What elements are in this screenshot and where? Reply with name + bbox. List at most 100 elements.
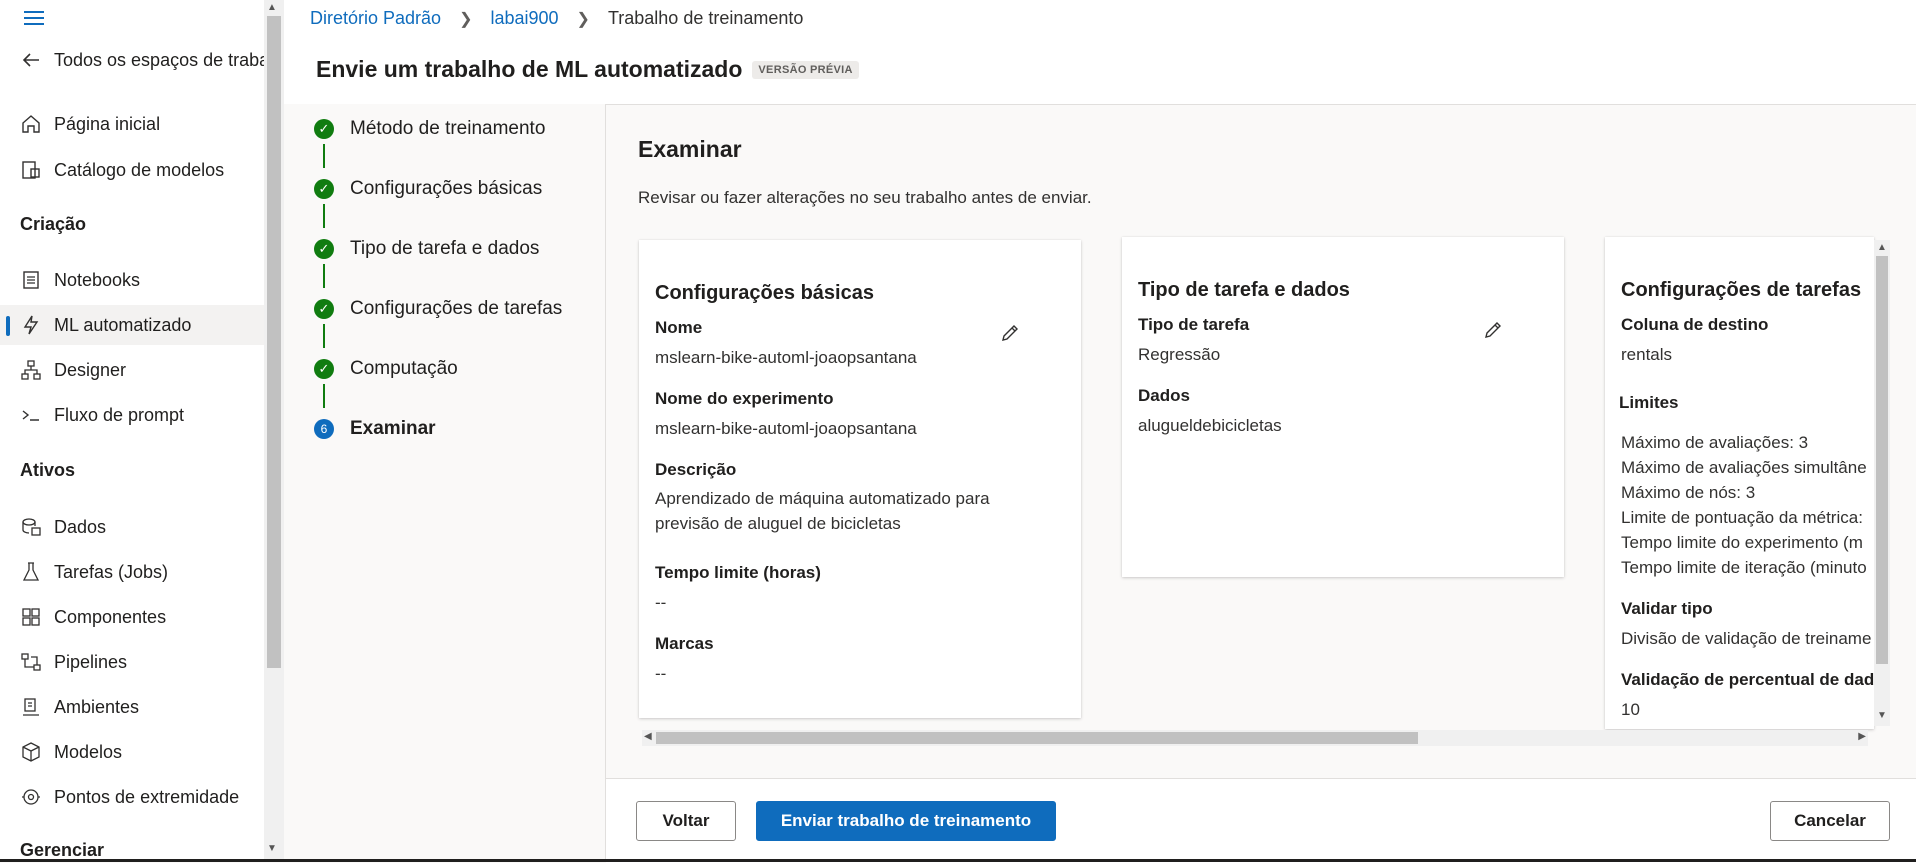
sidebar-item-data[interactable]: Dados bbox=[0, 507, 264, 547]
hamburger-menu-icon[interactable] bbox=[22, 6, 46, 30]
card-title: Configurações de tarefas bbox=[1621, 279, 1862, 301]
edit-pencil-icon[interactable] bbox=[999, 322, 1021, 344]
sidebar-item-environments[interactable]: Ambientes bbox=[0, 687, 264, 727]
breadcrumb-directory[interactable]: Diretório Padrão bbox=[310, 8, 441, 29]
breadcrumb-workspace[interactable]: labai900 bbox=[490, 8, 558, 29]
target-column-label: Coluna de destino bbox=[1621, 315, 1769, 334]
sidebar-item-notebooks[interactable]: Notebooks bbox=[0, 260, 264, 300]
review-title: Examinar bbox=[638, 136, 742, 162]
task-type-value: Regressão bbox=[1138, 345, 1221, 364]
vertical-scroll-thumb[interactable] bbox=[1876, 256, 1888, 664]
limit-max-nodes: Máximo de nós: 3 bbox=[1621, 483, 1756, 502]
step-review[interactable]: 6 Examinar bbox=[314, 418, 436, 440]
sidebar-item-label: Designer bbox=[54, 359, 127, 380]
sidebar-item-prompt-flow[interactable]: Fluxo de prompt bbox=[0, 395, 264, 435]
scroll-left-arrow-icon[interactable]: ◀ bbox=[644, 731, 652, 742]
section-assets: Ativos bbox=[20, 460, 76, 480]
limit-iteration-timeout: Tempo limite de iteração (minuto bbox=[1621, 558, 1867, 577]
experiment-value: mslearn-bike-automl-joaopsantana bbox=[655, 419, 917, 438]
card-task-type-data: Tipo de tarefa e dados Tipo de tarefa Re… bbox=[1122, 237, 1564, 577]
checkmark-icon: ✓ bbox=[314, 359, 334, 379]
sidebar-item-label: Componentes bbox=[54, 606, 167, 627]
sidebar-item-models[interactable]: Modelos bbox=[0, 732, 264, 772]
edit-pencil-icon[interactable] bbox=[1482, 319, 1504, 341]
step-connector bbox=[323, 144, 325, 168]
step-number-badge: 6 bbox=[314, 419, 334, 439]
endpoints-icon bbox=[22, 789, 40, 805]
validation-type-value: Divisão de validação de treiname bbox=[1621, 629, 1872, 648]
checkmark-icon: ✓ bbox=[314, 179, 334, 199]
cancel-button[interactable]: Cancelar bbox=[1770, 801, 1890, 841]
step-label: Tipo de tarefa e dados bbox=[350, 238, 540, 259]
step-connector bbox=[323, 384, 325, 408]
scroll-down-arrow-icon[interactable]: ▼ bbox=[1877, 710, 1887, 721]
step-task-type-data[interactable]: ✓ Tipo de tarefa e dados bbox=[314, 238, 539, 260]
step-connector bbox=[323, 204, 325, 228]
breadcrumb: Diretório Padrão ❯ labai900 ❯ Trabalho d… bbox=[310, 8, 803, 29]
step-label: Computação bbox=[350, 358, 458, 379]
checkmark-icon: ✓ bbox=[314, 299, 334, 319]
checkmark-icon: ✓ bbox=[314, 239, 334, 259]
step-task-settings[interactable]: ✓ Configurações de tarefas bbox=[314, 298, 562, 320]
sidebar-item-model-catalog[interactable]: Catálogo de modelos bbox=[0, 150, 264, 190]
review-panel: Examinar Revisar ou fazer alterações no … bbox=[606, 104, 1916, 780]
description-value: Aprendizado de máquina automatizado para… bbox=[655, 489, 990, 533]
timeout-label: Tempo limite (horas) bbox=[655, 563, 821, 582]
sidebar-item-endpoints[interactable]: Pontos de extremidade bbox=[0, 777, 264, 817]
sidebar-item-automl[interactable]: ML automatizado bbox=[0, 305, 264, 345]
step-label: Método de treinamento bbox=[350, 118, 546, 139]
card-basic-settings: Configurações básicas Nome mslearn-bike-… bbox=[639, 240, 1081, 718]
description-label: Descrição bbox=[655, 460, 737, 479]
pipelines-icon bbox=[21, 653, 41, 671]
scroll-right-arrow-icon[interactable]: ▶ bbox=[1858, 731, 1866, 742]
step-compute[interactable]: ✓ Computação bbox=[314, 358, 458, 380]
preview-badge: VERSÃO PRÉVIA bbox=[752, 60, 859, 79]
sidebar-item-home[interactable]: Página inicial bbox=[0, 104, 264, 144]
validation-type-label: Validar tipo bbox=[1621, 599, 1713, 618]
step-connector bbox=[323, 264, 325, 288]
sidebar-item-label: Fluxo de prompt bbox=[54, 404, 185, 425]
sidebar-scrollbar[interactable]: ▲ ▼ bbox=[264, 0, 284, 862]
limits-label: Limites bbox=[1619, 393, 1679, 412]
limit-metric-score: Limite de pontuação da métrica: bbox=[1621, 508, 1863, 527]
sidebar-item-label: Página inicial bbox=[54, 113, 161, 134]
components-icon bbox=[22, 608, 40, 626]
sidebar-scroll-thumb[interactable] bbox=[267, 16, 281, 668]
notebook-icon bbox=[23, 271, 39, 289]
limit-max-trials: Máximo de avaliações: 3 bbox=[1621, 433, 1809, 452]
arrow-left-icon bbox=[22, 53, 39, 67]
horizontal-scroll-thumb[interactable] bbox=[656, 732, 1418, 744]
target-column-value: rentals bbox=[1621, 345, 1673, 364]
step-connector bbox=[323, 324, 325, 348]
tags-label: Marcas bbox=[655, 634, 714, 653]
scroll-down-arrow-icon[interactable]: ▼ bbox=[267, 843, 277, 854]
task-type-label: Tipo de tarefa bbox=[1138, 315, 1250, 334]
back-button[interactable]: Voltar bbox=[636, 801, 736, 841]
sidebar-item-pipelines[interactable]: Pipelines bbox=[0, 642, 264, 682]
scroll-up-arrow-icon[interactable]: ▲ bbox=[1877, 242, 1887, 253]
sidebar-item-designer[interactable]: Designer bbox=[0, 350, 264, 390]
submit-training-job-button[interactable]: Enviar trabalho de treinamento bbox=[756, 801, 1056, 841]
cards-vertical-scrollbar[interactable]: ▲ ▼ bbox=[1874, 240, 1890, 726]
step-label: Configurações de tarefas bbox=[350, 298, 563, 319]
sidebar-item-label: Pipelines bbox=[54, 651, 128, 672]
step-basic-settings[interactable]: ✓ Configurações básicas bbox=[314, 178, 542, 200]
step-training-method[interactable]: ✓ Método de treinamento bbox=[314, 118, 545, 140]
data-label: Dados bbox=[1138, 386, 1190, 405]
chevron-right-icon: ❯ bbox=[459, 10, 473, 28]
cards-horizontal-scrollbar[interactable]: ◀ ▶ bbox=[642, 730, 1868, 746]
scroll-up-arrow-icon[interactable]: ▲ bbox=[267, 2, 277, 13]
timeout-value: -- bbox=[655, 593, 667, 612]
catalog-icon bbox=[22, 161, 40, 179]
back-to-workspaces[interactable]: Todos os espaços de trabal bbox=[0, 40, 264, 80]
sidebar-item-label: Notebooks bbox=[54, 269, 141, 290]
section-manage: Gerenciar bbox=[20, 840, 105, 860]
sidebar-item-jobs[interactable]: Tarefas (Jobs) bbox=[0, 552, 264, 592]
environments-icon bbox=[23, 698, 39, 716]
section-authoring: Criação bbox=[20, 214, 87, 234]
sidebar-item-label: ML automatizado bbox=[54, 314, 192, 335]
sidebar-item-components[interactable]: Componentes bbox=[0, 597, 264, 637]
prompt-flow-icon bbox=[22, 410, 39, 421]
jobs-icon bbox=[22, 562, 40, 581]
chevron-right-icon: ❯ bbox=[576, 10, 590, 28]
